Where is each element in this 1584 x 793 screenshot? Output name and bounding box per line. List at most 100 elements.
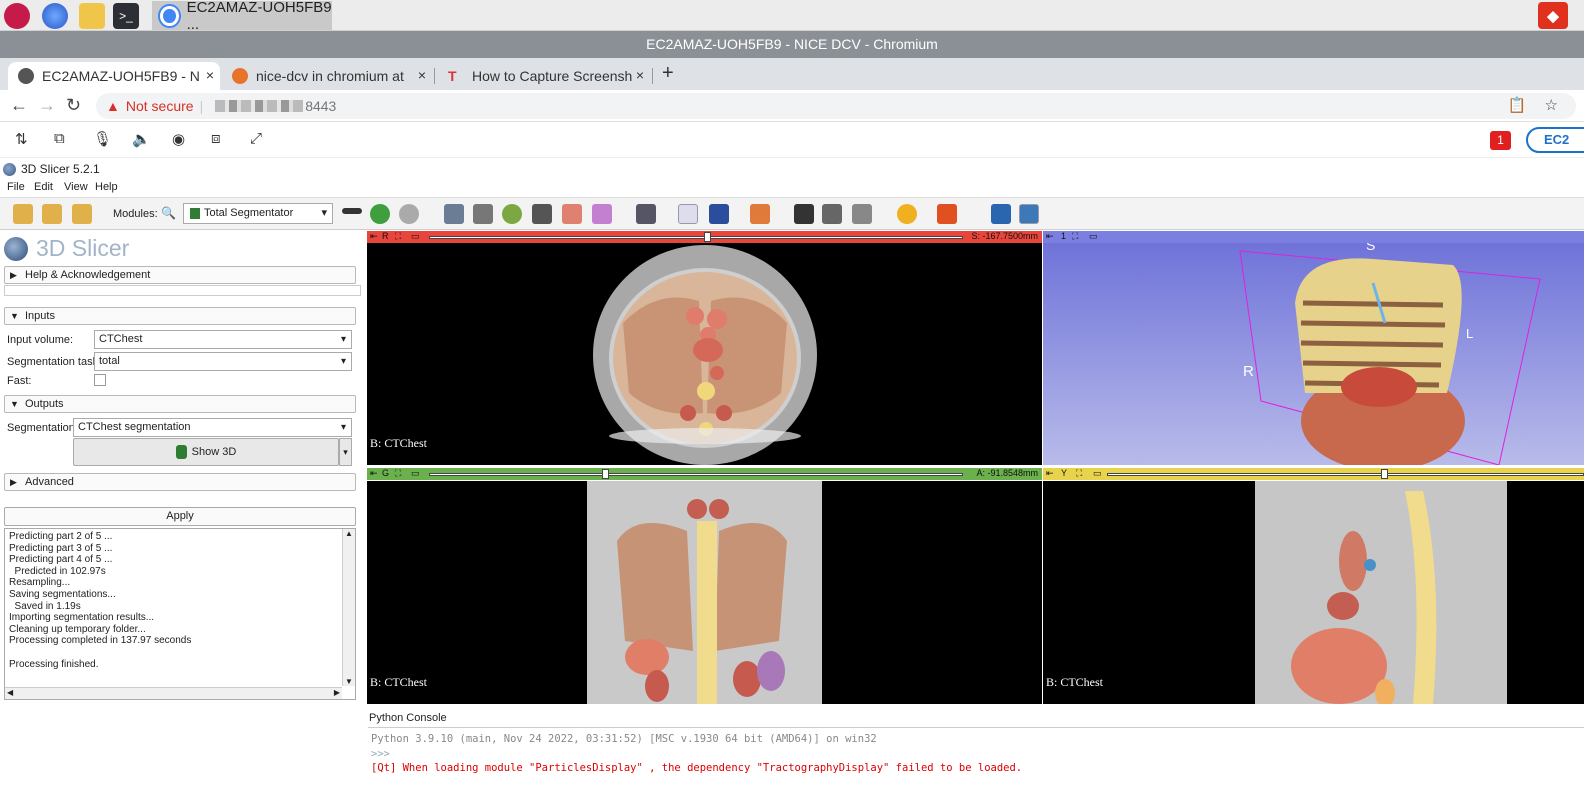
link-icon[interactable]: ⛶ [395, 468, 401, 479]
capture-view-icon[interactable] [822, 204, 842, 224]
volumes-module-icon[interactable] [473, 204, 493, 224]
green-slice-slider-handle[interactable] [602, 469, 610, 479]
inputs-section-header[interactable]: ▼ Inputs [4, 307, 356, 325]
maximize-view-icon[interactable]: ▭ [1089, 231, 1098, 242]
pointer-mode-icon[interactable] [678, 204, 698, 224]
segmentation-task-select[interactable]: total ▾ [94, 352, 352, 371]
place-fiducial-icon[interactable] [709, 204, 729, 224]
log-vertical-scrollbar[interactable]: ▲ ▼ [342, 529, 355, 686]
green-slice-controller[interactable]: ⇤ G ⛶ ▭ A: -91.8548mm [367, 468, 1042, 480]
menu-view[interactable]: View [64, 181, 88, 193]
yellow-slice-slider-handle[interactable] [1380, 469, 1388, 479]
crosshair-icon[interactable] [897, 204, 917, 224]
pin-icon[interactable]: ⇤ [1046, 468, 1054, 479]
load-data-icon[interactable] [13, 204, 33, 224]
menu-edit[interactable]: Edit [34, 181, 53, 193]
red-slice-slider-handle[interactable] [703, 232, 711, 242]
dcv-icon[interactable]: ◆ [1538, 2, 1568, 29]
forward-icon[interactable]: → [38, 95, 56, 116]
folder-icon[interactable] [79, 3, 105, 29]
transforms-module-icon[interactable] [532, 204, 552, 224]
new-tab-button[interactable]: + [662, 62, 674, 85]
clipboard-icon[interactable]: 📋 [1508, 97, 1527, 114]
fullscreen-icon[interactable]: ⤢ [250, 130, 262, 147]
green-slice-slider[interactable] [429, 473, 963, 476]
omnibox[interactable]: ▲ Not secure | 8443 📋 ☆ [96, 93, 1576, 119]
red-slice-view[interactable]: B: CTChest [367, 243, 1042, 465]
data-module-icon[interactable] [444, 204, 464, 224]
back-module-icon[interactable] [370, 204, 390, 224]
bookmark-star-icon[interactable]: ☆ [1545, 97, 1558, 114]
maximize-view-icon[interactable]: ▭ [411, 468, 420, 479]
taskbar-chromium-window[interactable]: EC2AMAZ-UOH5FB9 ... [152, 0, 332, 33]
speaker-icon[interactable]: 🔈 [132, 130, 151, 148]
screens-icon[interactable]: ⧈ [211, 130, 221, 147]
notification-badge[interactable]: 1 [1490, 131, 1511, 150]
yellow-slice-slider[interactable] [1107, 473, 1584, 476]
pin-icon[interactable]: ⇤ [1046, 231, 1054, 242]
segment-editor-icon[interactable] [592, 204, 612, 224]
apply-button[interactable]: Apply [4, 507, 356, 526]
webcam-icon[interactable]: ◉ [172, 130, 185, 148]
transfer-icon[interactable]: ⇅ [15, 130, 28, 148]
not-secure-label[interactable]: Not secure [126, 98, 194, 114]
fast-checkbox[interactable] [94, 374, 106, 386]
segmentation-select[interactable]: CTChest segmentation ▾ [73, 418, 352, 437]
link-icon[interactable]: ⛶ [1076, 468, 1082, 479]
menu-help[interactable]: Help [95, 181, 118, 193]
link-icon[interactable]: ⛶ [395, 231, 401, 242]
input-volume-select[interactable]: CTChest ▾ [94, 330, 352, 349]
crosshair-toggle-icon[interactable] [750, 204, 770, 224]
module-history-icon[interactable] [342, 208, 362, 214]
green-slice-view[interactable]: B: CTChest [367, 481, 1042, 704]
pin-icon[interactable]: ⇤ [370, 231, 378, 242]
close-tab-icon[interactable]: × [636, 67, 644, 83]
forward-module-icon[interactable] [399, 204, 419, 224]
console-prompt[interactable]: >>> [371, 747, 1581, 762]
module-selector[interactable]: Total Segmentator [183, 203, 333, 224]
menu-file[interactable]: File [7, 181, 25, 193]
terminal-icon[interactable]: >_ [113, 3, 139, 29]
load-dicom-icon[interactable] [42, 204, 62, 224]
outputs-section-header[interactable]: ▼ Outputs [4, 395, 356, 413]
maximize-view-icon[interactable]: ▭ [411, 231, 420, 242]
python-console[interactable]: Python 3.9.10 (main, Nov 24 2022, 03:31:… [368, 727, 1584, 793]
extension-manager-icon[interactable] [991, 204, 1011, 224]
close-tab-icon[interactable]: × [418, 67, 426, 83]
log-horizontal-scrollbar[interactable]: ◀ ▶ [5, 687, 342, 699]
advanced-section-header[interactable]: ▶ Advanced [4, 473, 356, 491]
scene-view-icon[interactable] [852, 204, 872, 224]
tab-capture-screenshot[interactable]: T How to Capture Screensh × [438, 62, 650, 90]
microphone-off-icon[interactable]: 🎙 [93, 130, 112, 148]
globe-icon[interactable] [42, 3, 68, 29]
tab-nice-dcv[interactable]: nice-dcv in chromium at × [222, 62, 432, 90]
status-log[interactable]: Predicting part 2 of 5 ... Predicting pa… [4, 528, 356, 700]
red-slice-slider[interactable] [429, 236, 963, 239]
show-3d-button[interactable]: Show 3D [73, 438, 339, 466]
layout-icon[interactable] [636, 204, 656, 224]
python-console-icon[interactable] [1019, 204, 1039, 224]
models-module-icon[interactable] [502, 204, 522, 224]
screenshot-icon[interactable] [794, 204, 814, 224]
user-menu-button[interactable]: EC2 [1526, 127, 1584, 153]
tab-dcv[interactable]: EC2AMAZ-UOH5FB9 - N × [8, 62, 220, 90]
yellow-slice-view[interactable]: B: CTChest [1043, 481, 1584, 704]
maximize-view-icon[interactable]: ▭ [1093, 468, 1102, 479]
threed-view-controller[interactable]: ⇤ 1 ⛶ ▭ [1043, 231, 1584, 243]
save-icon[interactable] [72, 204, 92, 224]
copy-window-icon[interactable]: ⧉ [54, 130, 65, 147]
raspberry-icon[interactable] [4, 3, 30, 29]
center-view-icon[interactable]: ⛶ [1072, 231, 1078, 242]
module-search-icon[interactable]: 🔍 [161, 206, 176, 220]
markups-module-icon[interactable] [562, 204, 582, 224]
show-3d-dropdown[interactable]: ▾ [339, 438, 352, 466]
pin-icon[interactable]: ⇤ [370, 468, 378, 479]
threed-view[interactable]: S R L [1043, 243, 1584, 465]
annotation-icon[interactable] [937, 204, 957, 224]
help-section-header[interactable]: ▶ Help & Acknowledgement [4, 266, 356, 284]
yellow-slice-controller[interactable]: ⇤ Y ⛶ ▭ [1043, 468, 1584, 480]
close-tab-icon[interactable]: × [206, 67, 214, 83]
red-slice-controller[interactable]: ⇤ R ⛶ ▭ S: -167.7500mm [367, 231, 1042, 243]
reload-icon[interactable]: ↻ [66, 95, 81, 116]
back-icon[interactable]: ← [10, 95, 28, 116]
